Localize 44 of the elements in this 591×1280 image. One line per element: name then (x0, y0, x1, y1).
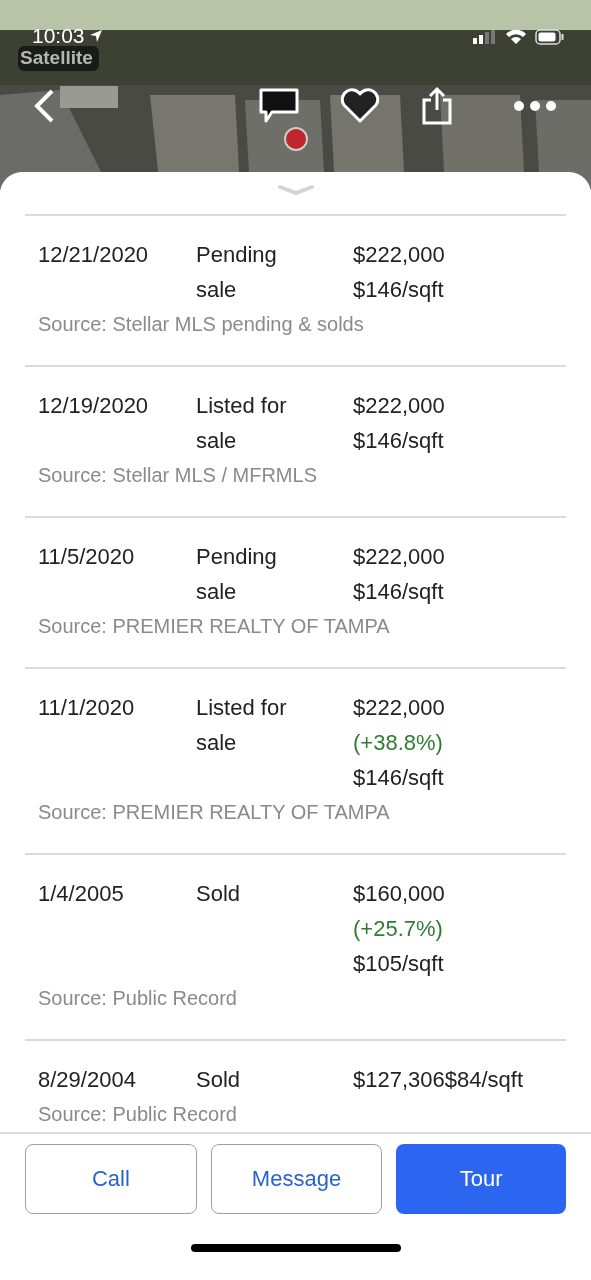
map-mode-label: Satellite (18, 46, 99, 71)
event-type: Sold (196, 880, 242, 908)
price: $160,000 (353, 880, 445, 908)
price: $146/sqft (353, 578, 444, 606)
price: $146/sqft (353, 764, 444, 792)
battery-icon (535, 29, 565, 45)
event-type: Pending sale (196, 543, 278, 606)
event-type: Pending sale (196, 241, 278, 304)
price: $105/sqft (353, 950, 444, 978)
source-text: Source: Public Record (38, 1102, 238, 1127)
event-type: Listed for sale (196, 694, 288, 757)
price: $146/sqft (353, 427, 444, 455)
source-text: Source: PREMIER REALTY OF TAMPA (38, 614, 391, 639)
price: $222,000 (353, 241, 445, 269)
event-date: 12/21/2020 (38, 241, 150, 269)
price: $222,000 (353, 392, 445, 420)
action-button[interactable]: Tour (396, 1144, 566, 1214)
event-date: 1/4/2005 (38, 880, 125, 908)
event-type: Listed for sale (196, 392, 288, 455)
source-text: Source: Stellar MLS / MFRMLS (38, 463, 318, 488)
action-button[interactable]: Call (25, 1144, 197, 1214)
signal-icon (473, 30, 497, 44)
event-date: 8/29/2004 (38, 1066, 137, 1094)
source-text: Source: PREMIER REALTY OF TAMPA (38, 800, 391, 825)
wifi-icon (505, 29, 527, 45)
event-date: 12/19/2020 (38, 392, 150, 420)
price-change: (+38.8%) (353, 729, 443, 757)
action-button[interactable]: Message (210, 1144, 383, 1214)
price: $127,306$84/sqft (353, 1066, 524, 1094)
source-text: Source: Public Record (38, 986, 238, 1011)
price-change: (+25.7%) (353, 915, 443, 943)
status-time: 10:03 (32, 26, 85, 46)
event-date: 11/1/2020 (38, 694, 136, 722)
event-type: Sold (196, 1066, 242, 1094)
price: $222,000 (353, 543, 445, 571)
source-text: Source: Stellar MLS pending & solds (38, 312, 365, 337)
heart-icon[interactable] (340, 88, 380, 124)
location-arrow-icon (88, 29, 103, 43)
price: $146/sqft (353, 276, 444, 304)
share-icon[interactable] (420, 86, 454, 126)
more-icon[interactable] (513, 100, 557, 112)
price: $222,000 (353, 694, 445, 722)
comment-icon[interactable] (258, 88, 300, 124)
event-date: 11/5/2020 (38, 543, 136, 571)
